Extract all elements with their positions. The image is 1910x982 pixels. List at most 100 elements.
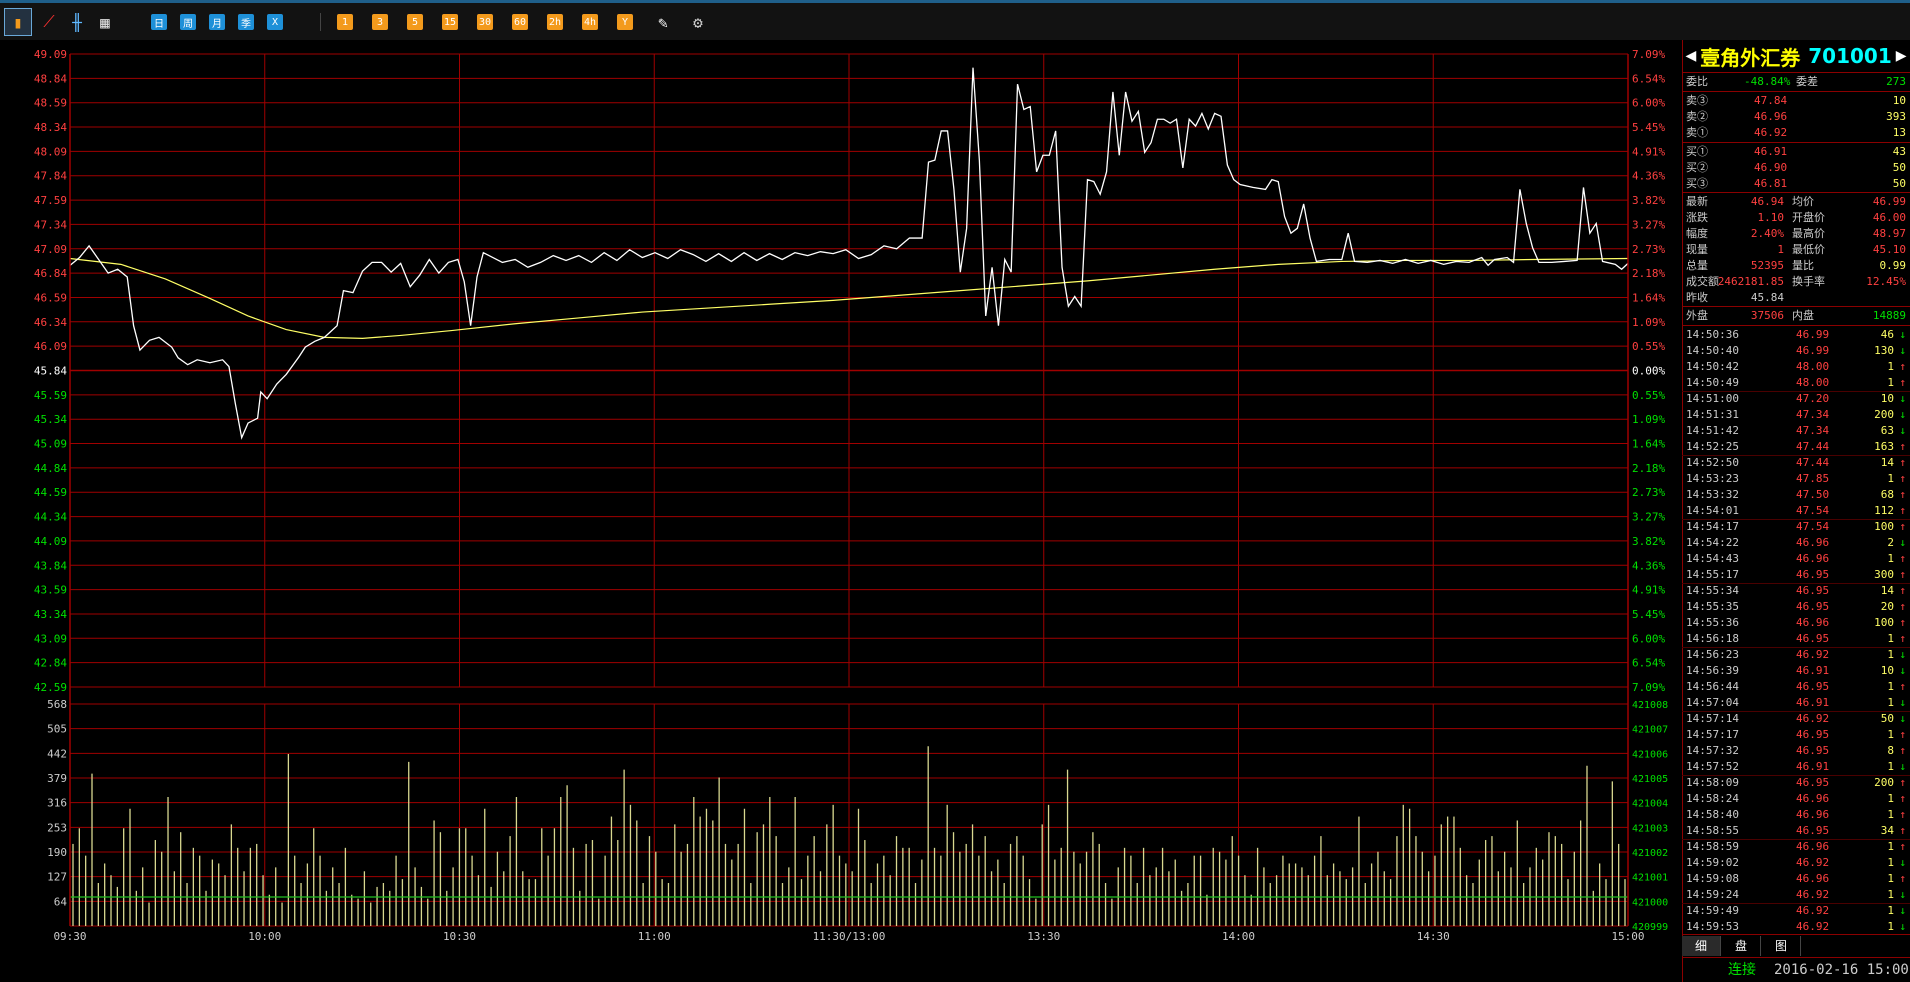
stat-row: 成交额 2462181.85 换手率 12.45% [1684, 274, 1908, 290]
price-tick-label: 48.09 [34, 145, 67, 158]
minute-label: 5 [407, 14, 423, 30]
tick-time: 14:50:40 [1686, 344, 1739, 357]
bar-chart-button[interactable]: ▮ [4, 8, 32, 36]
tick-price: 47.44 [1796, 456, 1830, 469]
tick-time: 14:53:23 [1686, 472, 1739, 485]
price-tick-label: 48.84 [34, 72, 67, 85]
tick-price: 46.92 [1796, 712, 1830, 725]
order-ratio-row: 委比 -48.84% 委差 273 [1684, 74, 1908, 90]
period-button-2[interactable]: 月 [206, 11, 228, 33]
tick-price: 46.91 [1796, 664, 1830, 677]
time-tick-label: 14:00 [1222, 930, 1255, 943]
period-button-3[interactable]: 季 [235, 11, 257, 33]
prev-security-icon[interactable]: ◀ [1685, 48, 1696, 64]
tick-time: 14:55:17 [1686, 568, 1739, 581]
price-tick-label: 45.84 [34, 365, 67, 378]
panel-tab-label: 盘 [1734, 939, 1747, 953]
pct-tick-label: 7.09% [1632, 681, 1665, 694]
period-button-1[interactable]: 周 [177, 11, 199, 33]
pct-tick-label: 3.82% [1632, 194, 1665, 207]
tick-row: 14:59:24 46.92 1 ↓ [1684, 887, 1908, 903]
minute-button-6[interactable]: 2h [544, 11, 566, 33]
tick-direction: ↑ [1899, 488, 1906, 501]
tick-time: 14:51:00 [1686, 392, 1739, 405]
minute-button-5[interactable]: 60 [509, 11, 531, 33]
stat-row: 昨收 45.84 [1684, 290, 1908, 306]
minute-label: 60 [512, 14, 528, 30]
stat-label: 现量 [1686, 243, 1708, 256]
tick-time: 14:57:04 [1686, 696, 1739, 709]
tick-price: 47.34 [1796, 408, 1830, 421]
tick-row: 14:56:39 46.91 10 ↓ [1684, 663, 1908, 679]
tick-time: 14:57:14 [1686, 712, 1739, 725]
candlestick-icon: ╫ [72, 12, 82, 32]
tick-direction: ↓ [1899, 920, 1906, 933]
candlestick-button[interactable]: ╫ [66, 11, 88, 33]
gear-icon: ⚙ [693, 12, 703, 32]
gear-button[interactable]: ⚙ [687, 11, 709, 33]
minute-button-1[interactable]: 3 [369, 11, 391, 33]
time-tick-label: 10:30 [443, 930, 476, 943]
tick-volume: 10 [1880, 392, 1894, 405]
tick-row: 14:51:31 47.34 200 ↓ [1684, 407, 1908, 423]
connection-status[interactable]: 连接 [1728, 958, 1756, 982]
minute-button-3[interactable]: 15 [439, 11, 461, 33]
tick-price: 46.95 [1796, 776, 1830, 789]
tick-row: 14:58:55 46.95 34 ↑ [1684, 823, 1908, 839]
bid-label: 买② [1686, 161, 1708, 174]
toolbar-separator [320, 13, 321, 31]
order-diff-value: 273 [1886, 75, 1906, 88]
minute-button-8[interactable]: Y [614, 11, 636, 33]
bid-label: 买① [1686, 145, 1708, 158]
minute-button-7[interactable]: 4h [579, 11, 601, 33]
draw-tool-button[interactable]: ✎ [652, 11, 674, 33]
stat-row: 总量 52395 量比 0.99 [1684, 258, 1908, 274]
minute-button-2[interactable]: 5 [404, 11, 426, 33]
tick-time: 14:59:24 [1686, 888, 1739, 901]
tick-time: 14:56:18 [1686, 632, 1739, 645]
panel-tab-2[interactable]: 图 [1762, 936, 1801, 956]
line-chart-button[interactable]: ⟋ [38, 11, 60, 33]
pct-tick-label: 2.73% [1632, 486, 1665, 499]
period-button-0[interactable]: 日 [148, 11, 170, 33]
panel-divider [1682, 192, 1910, 193]
tick-direction: ↓ [1899, 536, 1906, 549]
ask-row: 卖③ 47.84 10 [1684, 93, 1908, 109]
tick-volume: 1 [1887, 792, 1894, 805]
pct-tick-label: 7.09% [1632, 48, 1665, 61]
volume-tick-label: 442 [47, 747, 67, 760]
tick-volume: 1 [1887, 872, 1894, 885]
price-tick-label: 43.84 [34, 559, 67, 572]
ask-row: 卖② 46.96 393 [1684, 109, 1908, 125]
tick-row: 14:56:44 46.95 1 ↑ [1684, 679, 1908, 695]
tick-price: 47.54 [1796, 520, 1830, 533]
time-tick-label: 10:00 [248, 930, 281, 943]
ask-price: 46.92 [1754, 126, 1788, 139]
panel-tab-0[interactable]: 细 [1682, 936, 1721, 956]
minute-button-4[interactable]: 30 [474, 11, 496, 33]
tick-price: 46.95 [1796, 568, 1830, 581]
minute-label: 3 [372, 14, 388, 30]
tick-price: 46.95 [1796, 584, 1830, 597]
tick-direction: ↓ [1899, 648, 1906, 661]
stat-value: 45.10 [1872, 243, 1906, 256]
period-button-4[interactable]: X [264, 11, 286, 33]
tick-time: 14:57:52 [1686, 760, 1739, 773]
volume-tick-label: 127 [47, 871, 67, 884]
tick-price: 47.34 [1796, 424, 1830, 437]
calendar-button[interactable]: ▦ [94, 11, 116, 33]
bid-price: 46.81 [1754, 177, 1788, 190]
tick-row: 14:50:49 48.00 1 ↑ [1684, 375, 1908, 391]
minute-button-0[interactable]: 1 [334, 11, 356, 33]
tick-direction: ↑ [1899, 776, 1906, 789]
tick-direction: ↓ [1899, 696, 1906, 709]
tick-time: 14:56:39 [1686, 664, 1739, 677]
tick-time: 14:52:50 [1686, 456, 1739, 469]
volume-tick-label: 190 [47, 846, 67, 859]
bid-volume: 50 [1892, 161, 1906, 174]
tick-volume: 2 [1887, 536, 1894, 549]
next-security-icon[interactable]: ▶ [1896, 48, 1907, 64]
panel-tab-1[interactable]: 盘 [1722, 936, 1761, 956]
order-ratio-label: 委比 [1686, 75, 1708, 88]
volume-right-label: 421002 [1632, 848, 1668, 859]
